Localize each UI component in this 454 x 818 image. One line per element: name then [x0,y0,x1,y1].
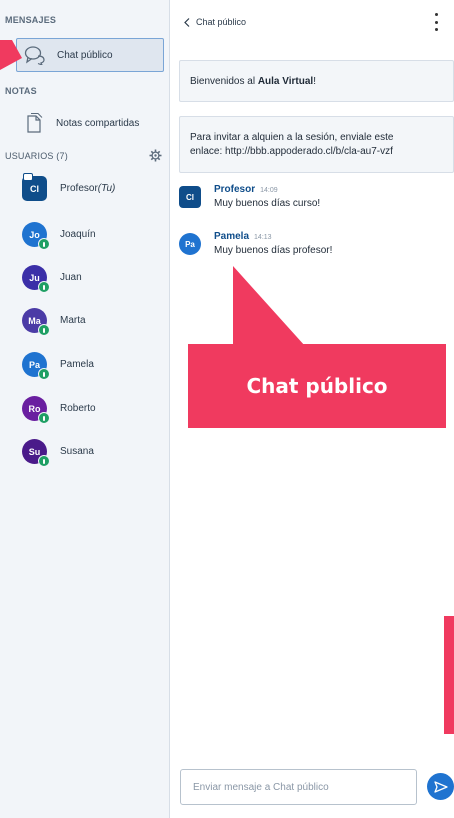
message-text: Muy buenos días curso! [214,198,321,209]
message-author: Pamela 14:13 [214,231,272,242]
gear-icon[interactable] [149,149,162,162]
avatar: Pa [179,233,201,255]
avatar: Jo [22,222,50,250]
user-list-item[interactable]: Cl Profesor(Tu) [0,168,170,208]
avatar-initials: Su [28,446,41,457]
sidebar-item-label: Chat público [57,49,113,61]
welcome-text: Bienvenidos al Aula Virtual! [190,76,316,87]
author-name: Profesor [214,184,256,195]
callout-label: Chat público [188,344,446,428]
user-list-item[interactable]: Jo Joaquín [0,214,170,254]
microphone-icon [38,238,50,250]
avatar-initials: Ma [28,315,41,326]
author-name: Pamela [214,231,250,242]
send-button[interactable] [427,773,454,800]
chat-back-button[interactable]: Chat público [184,12,246,32]
user-name: Juan [60,271,82,283]
sidebar-item-shared-notes[interactable]: Notas compartidas [16,108,164,138]
invite-line: enlace: http://bbb.appoderado.cl/b/cla-a… [190,145,393,157]
message-text: Muy buenos días profesor! [214,245,333,256]
welcome-message: Bienvenidos al Aula Virtual! [179,60,454,102]
user-name: Susana [60,445,94,457]
invite-line: Para invitar a alquien a la sesión, envi… [190,131,394,143]
avatar: Ma [22,308,50,336]
user-name: Roberto [60,402,96,414]
microphone-icon [38,455,50,467]
microphone-icon [38,412,50,424]
moderator-icon [23,173,33,181]
avatar-initials: Pa [28,359,40,370]
chat-bubbles-icon [21,45,49,65]
send-icon [433,780,448,793]
user-list-item[interactable]: Su Susana [0,431,170,471]
callout-pointer [233,266,305,346]
sidebar-item-public-chat[interactable]: Chat público [16,38,164,72]
user-list-item[interactable]: Ro Roberto [0,388,170,428]
sidebar: MENSAJES Chat público NOTAS Notas compar… [0,0,170,818]
avatar: Ro [22,396,50,424]
avatar: Su [22,439,50,467]
message-time: 14:13 [254,234,272,241]
user-name: Joaquín [60,228,96,240]
chat-title: Chat público [196,17,247,27]
users-section-title: USUARIOS (7) [5,151,68,161]
avatar: Pa [22,352,50,380]
microphone-icon [38,281,50,293]
user-name-text: Profesor [60,182,98,194]
microphone-icon [38,368,50,380]
more-options-icon[interactable] [431,13,441,31]
avatar-initials: Cl [30,183,39,194]
avatar: Cl [179,186,201,208]
invite-message: Para invitar a alquien a la sesión, envi… [179,116,454,173]
user-name: Marta [60,314,86,326]
annotation-bar [444,616,454,734]
avatar-initials: Jo [29,229,40,240]
welcome-prefix: Bienvenidos al [190,75,258,87]
user-list-item[interactable]: Pa Pamela [0,344,170,384]
welcome-strong: Aula Virtual [257,75,314,87]
user-list-item[interactable]: Ju Juan [0,257,170,297]
microphone-icon [38,324,50,336]
avatar-initials: Pa [185,239,195,249]
chevron-left-icon [184,17,190,27]
annotation-arrow [0,40,22,70]
chat-message-input[interactable] [191,780,416,794]
messages-section-title: MENSAJES [5,15,57,25]
you-suffix: (Tu) [97,182,116,194]
sidebar-item-label: Notas compartidas [56,117,140,129]
invite-text: Para invitar a alquien a la sesión, envi… [190,131,393,159]
avatar-initials: Cl [186,192,194,202]
avatar: Cl [22,173,47,201]
avatar-initials: Ro [28,403,41,414]
message-time: 14:09 [260,187,278,194]
user-list-item[interactable]: Ma Marta [0,300,170,340]
avatar-initials: Ju [29,272,40,283]
message-composer [180,769,417,805]
user-name: Profesor(Tu) [60,183,115,194]
message-author: Profesor 14:09 [214,184,278,195]
user-name: Pamela [60,358,94,370]
document-icon [20,112,48,134]
welcome-suffix: ! [313,75,316,87]
notes-section-title: NOTAS [5,86,37,96]
avatar: Ju [22,265,50,293]
